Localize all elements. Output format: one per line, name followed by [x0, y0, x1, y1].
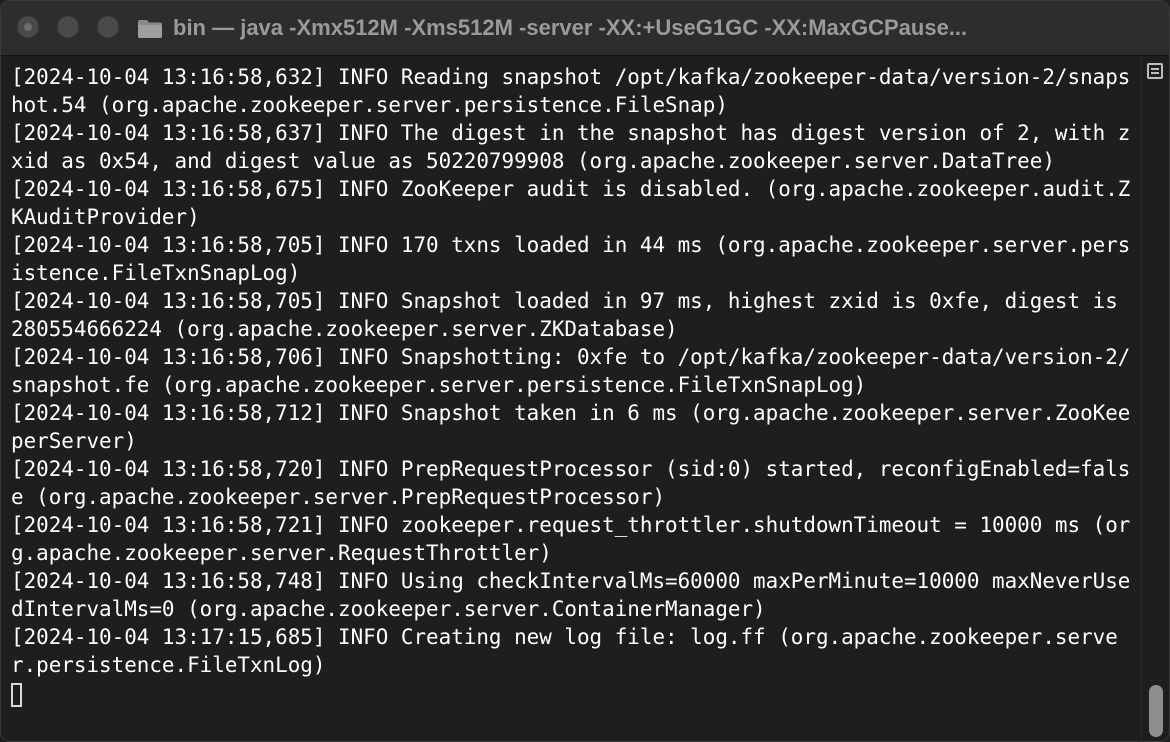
log-line: [2024-10-04 13:16:58,705] INFO 170 txns … — [11, 233, 1131, 285]
terminal-window: bin — java -Xmx512M -Xms512M -server -XX… — [0, 0, 1170, 742]
text-cursor — [11, 683, 22, 707]
minimize-button[interactable] — [57, 16, 79, 38]
log-line: [2024-10-04 13:17:15,685] INFO Creating … — [11, 625, 1118, 677]
window-title: bin — java -Xmx512M -Xms512M -server -XX… — [173, 15, 968, 40]
log-line: [2024-10-04 13:16:58,748] INFO Using che… — [11, 569, 1131, 621]
zoom-button[interactable] — [97, 16, 119, 38]
log-line: [2024-10-04 13:16:58,720] INFO PrepReque… — [11, 457, 1131, 509]
terminal-output[interactable]: [2024-10-04 13:16:58,632] INFO Reading s… — [1, 57, 1143, 741]
vertical-scrollbar[interactable] — [1141, 57, 1169, 741]
log-line: [2024-10-04 13:16:58,705] INFO Snapshot … — [11, 289, 1131, 341]
folder-icon — [137, 17, 163, 39]
scroll-thumb[interactable] — [1149, 685, 1163, 737]
log-line: [2024-10-04 13:16:58,637] INFO The diges… — [11, 121, 1131, 173]
log-line: [2024-10-04 13:16:58,632] INFO Reading s… — [11, 65, 1131, 117]
log-line: [2024-10-04 13:16:58,675] INFO ZooKeeper… — [11, 177, 1131, 229]
window-title-container: bin — java -Xmx512M -Xms512M -server -XX… — [137, 13, 1137, 43]
hamburger-menu-icon[interactable] — [1147, 63, 1163, 79]
log-line: [2024-10-04 13:16:58,706] INFO Snapshott… — [11, 345, 1131, 397]
close-button[interactable] — [17, 16, 39, 38]
log-line: [2024-10-04 13:16:58,721] INFO zookeeper… — [11, 513, 1131, 565]
title-bar[interactable]: bin — java -Xmx512M -Xms512M -server -XX… — [1, 1, 1169, 56]
log-line: [2024-10-04 13:16:58,712] INFO Snapshot … — [11, 401, 1131, 453]
